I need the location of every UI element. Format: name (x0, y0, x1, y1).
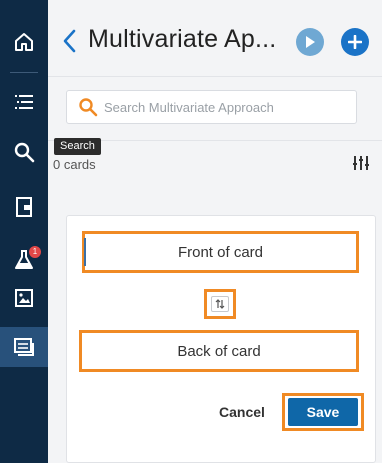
search-tooltip: Search (54, 138, 101, 155)
sidebar-item-document[interactable] (0, 187, 48, 227)
chevron-left-icon (63, 29, 76, 53)
save-button[interactable]: Save (288, 398, 358, 426)
search-icon (14, 142, 35, 163)
image-icon (15, 289, 33, 307)
back-of-card-text: Back of card (177, 342, 261, 360)
sidebar-item-flashcards[interactable] (0, 327, 48, 367)
front-of-card-field[interactable]: Front of card (82, 231, 359, 273)
add-card-button[interactable] (341, 28, 369, 56)
list-icon (15, 95, 33, 109)
sidebar-item-media[interactable] (0, 278, 48, 318)
front-of-card-text: Front of card (177, 243, 264, 261)
back-button[interactable] (60, 27, 80, 55)
document-icon (16, 197, 32, 217)
swap-sides-button[interactable] (204, 289, 236, 319)
search-field-icon (78, 97, 98, 122)
flashcards-icon (14, 338, 34, 356)
plus-icon (348, 35, 362, 49)
filter-button[interactable] (352, 154, 370, 177)
search-input[interactable] (104, 91, 349, 123)
play-button[interactable] (296, 28, 324, 56)
page-title: Multivariate Ap... (88, 25, 277, 53)
sidebar-divider (10, 72, 38, 73)
home-icon (15, 33, 33, 51)
sliders-icon (353, 156, 369, 170)
sidebar-item-home[interactable] (0, 22, 48, 62)
notification-badge: 1 (29, 246, 41, 258)
back-of-card-field[interactable]: Back of card (79, 330, 359, 372)
cancel-button[interactable]: Cancel (210, 400, 274, 424)
swap-icon (211, 296, 229, 312)
sidebar-item-outline[interactable] (0, 82, 48, 122)
sidebar-item-search[interactable] (0, 132, 48, 172)
sidebar-item-lab[interactable]: 1 (0, 240, 48, 280)
play-icon (306, 36, 315, 48)
card-count: 0 cards (53, 157, 96, 172)
search-icon (79, 98, 98, 117)
sidebar: 1 (0, 0, 48, 463)
